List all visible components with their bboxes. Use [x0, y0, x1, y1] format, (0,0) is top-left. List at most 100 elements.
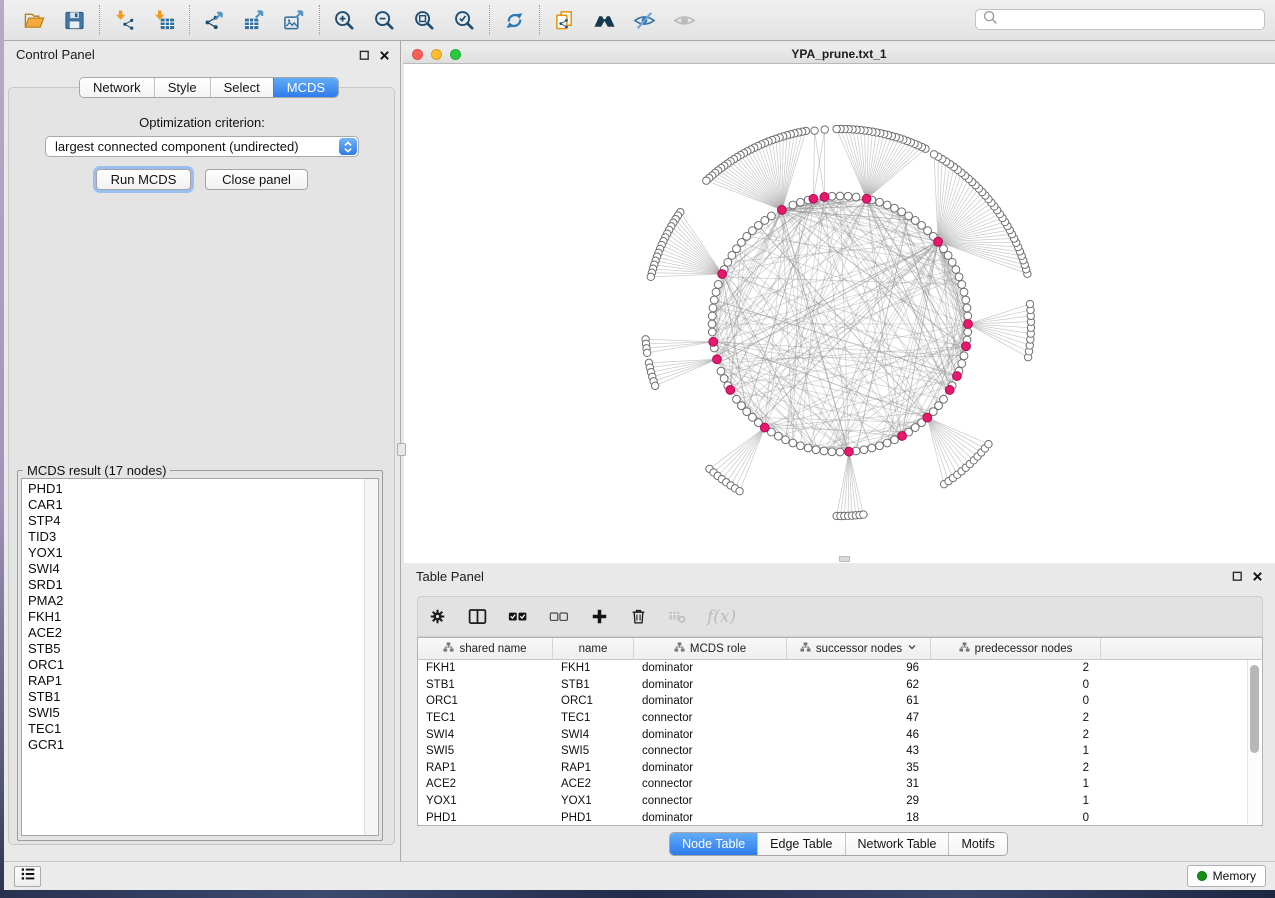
mcds-result-item[interactable]: TID3: [22, 529, 378, 545]
table-row[interactable]: SWI5SWI5connector431: [418, 743, 1262, 760]
table-cell-filler: [1101, 760, 1262, 777]
deselect-all-rows-icon[interactable]: [549, 605, 570, 629]
delete-column-icon[interactable]: [629, 605, 648, 629]
table-cell: 2: [931, 726, 1101, 743]
table-row[interactable]: ORC1ORC1dominator610: [418, 693, 1262, 710]
select-all-rows-icon[interactable]: [508, 605, 529, 629]
tab-network[interactable]: Network: [80, 78, 154, 97]
panel-splitter-handle[interactable]: [397, 443, 406, 456]
table-row[interactable]: FKH1FKH1dominator962: [418, 660, 1262, 677]
mcds-list-scrollbar[interactable]: [364, 479, 378, 835]
search-input[interactable]: [999, 11, 1264, 29]
table-cell: connector: [634, 710, 787, 727]
table-cell: dominator: [634, 726, 787, 743]
refresh-view-icon[interactable]: [501, 7, 528, 34]
tab-motifs[interactable]: Motifs: [948, 833, 1006, 855]
mcds-result-list[interactable]: PHD1CAR1STP4TID3YOX1SWI4SRD1PMA2FKH1ACE2…: [21, 478, 379, 836]
table-mode-gear-icon[interactable]: [428, 605, 447, 629]
table-cell: TEC1: [553, 710, 634, 727]
table-cell: dominator: [634, 677, 787, 694]
run-mcds-button[interactable]: Run MCDS: [96, 169, 191, 190]
table-cell: 43: [787, 743, 931, 760]
open-session-icon[interactable]: [21, 7, 48, 34]
mcds-result-item[interactable]: ACE2: [22, 625, 378, 641]
close-panel-icon[interactable]: [1252, 569, 1263, 587]
column-header-name[interactable]: name: [553, 638, 634, 659]
mcds-result-item[interactable]: ORC1: [22, 657, 378, 673]
mcds-result-item[interactable]: STP4: [22, 513, 378, 529]
float-panel-icon[interactable]: [359, 48, 370, 66]
zoom-fit-icon[interactable]: [411, 7, 438, 34]
task-history-button[interactable]: [14, 866, 41, 887]
tab-edge-table[interactable]: Edge Table: [757, 833, 844, 855]
zoom-selected-icon[interactable]: [451, 7, 478, 34]
memory-label: Memory: [1213, 869, 1256, 883]
bottom-splitter-handle[interactable]: [839, 556, 850, 562]
table-tabs-row: Node TableEdge TableNetwork TableMotifs: [402, 832, 1275, 856]
mcds-result-item[interactable]: CAR1: [22, 497, 378, 513]
network-canvas[interactable]: [404, 64, 1275, 563]
save-session-icon[interactable]: [61, 7, 88, 34]
table-cell: 62: [787, 677, 931, 694]
close-panel-button[interactable]: Close panel: [205, 169, 308, 190]
tab-select[interactable]: Select: [210, 78, 273, 97]
show-columns-icon[interactable]: [467, 605, 488, 629]
table-cell: SWI4: [418, 726, 553, 743]
import-table-icon[interactable]: [151, 7, 178, 34]
table-cell: 1: [931, 793, 1101, 810]
mcds-result-item[interactable]: STB1: [22, 689, 378, 705]
table-row[interactable]: RAP1RAP1dominator352: [418, 760, 1262, 777]
table-cell-filler: [1101, 677, 1262, 694]
tab-style[interactable]: Style: [154, 78, 210, 97]
mcds-result-item[interactable]: GCR1: [22, 737, 378, 753]
mcds-result-item[interactable]: RAP1: [22, 673, 378, 689]
criterion-dropdown[interactable]: largest connected component (undirected): [45, 136, 359, 157]
table-cell-filler: [1101, 809, 1262, 826]
table-cell-filler: [1101, 710, 1262, 727]
mcds-result-item[interactable]: SRD1: [22, 577, 378, 593]
zoom-in-icon[interactable]: [331, 7, 358, 34]
zoom-out-icon[interactable]: [371, 7, 398, 34]
table-row[interactable]: ACE2ACE2connector311: [418, 776, 1262, 793]
column-label: name: [579, 643, 608, 655]
tab-mcds[interactable]: MCDS: [273, 78, 338, 97]
table-cell: 61: [787, 693, 931, 710]
table-row[interactable]: TEC1TEC1connector472: [418, 710, 1262, 727]
first-neighbors-icon[interactable]: [591, 7, 618, 34]
add-column-icon[interactable]: [590, 605, 609, 629]
search-box[interactable]: [975, 9, 1265, 30]
mcds-result-item[interactable]: SWI5: [22, 705, 378, 721]
table-cell: SWI5: [553, 743, 634, 760]
close-panel-icon[interactable]: [379, 48, 390, 66]
mcds-result-item[interactable]: FKH1: [22, 609, 378, 625]
table-row[interactable]: PHD1PHD1dominator180: [418, 809, 1262, 826]
mcds-result-item[interactable]: YOX1: [22, 545, 378, 561]
mcds-result-item[interactable]: PHD1: [22, 479, 378, 497]
tab-network-table[interactable]: Network Table: [845, 833, 949, 855]
import-network-icon[interactable]: [111, 7, 138, 34]
table-row[interactable]: STB1STB1dominator620: [418, 677, 1262, 694]
column-header-shared-name[interactable]: shared name: [418, 638, 553, 659]
export-image-icon[interactable]: [281, 7, 308, 34]
export-table-icon[interactable]: [241, 7, 268, 34]
tab-node-table[interactable]: Node Table: [670, 833, 757, 855]
node-table: shared name name MCDS rolesuccessor nodesp…: [417, 637, 1263, 826]
column-header-MCDS-role[interactable]: MCDS role: [634, 638, 787, 659]
table-row[interactable]: SWI4SWI4dominator462: [418, 726, 1262, 743]
table-scrollbar-thumb[interactable]: [1250, 665, 1259, 753]
table-row[interactable]: YOX1YOX1connector291: [418, 793, 1262, 810]
new-network-from-selection-icon[interactable]: [551, 7, 578, 34]
network-graph[interactable]: [404, 64, 1275, 563]
hide-selected-icon[interactable]: [631, 7, 658, 34]
table-cell: FKH1: [553, 660, 634, 677]
column-header-predecessor-nodes[interactable]: predecessor nodes: [931, 638, 1101, 659]
float-panel-icon[interactable]: [1232, 569, 1243, 587]
mcds-result-item[interactable]: PMA2: [22, 593, 378, 609]
mcds-result-item[interactable]: SWI4: [22, 561, 378, 577]
table-scrollbar[interactable]: [1247, 660, 1261, 824]
column-header-successor-nodes[interactable]: successor nodes: [787, 638, 931, 659]
mcds-result-item[interactable]: STB5: [22, 641, 378, 657]
memory-button[interactable]: Memory: [1187, 865, 1266, 887]
mcds-result-item[interactable]: TEC1: [22, 721, 378, 737]
export-network-icon[interactable]: [201, 7, 228, 34]
